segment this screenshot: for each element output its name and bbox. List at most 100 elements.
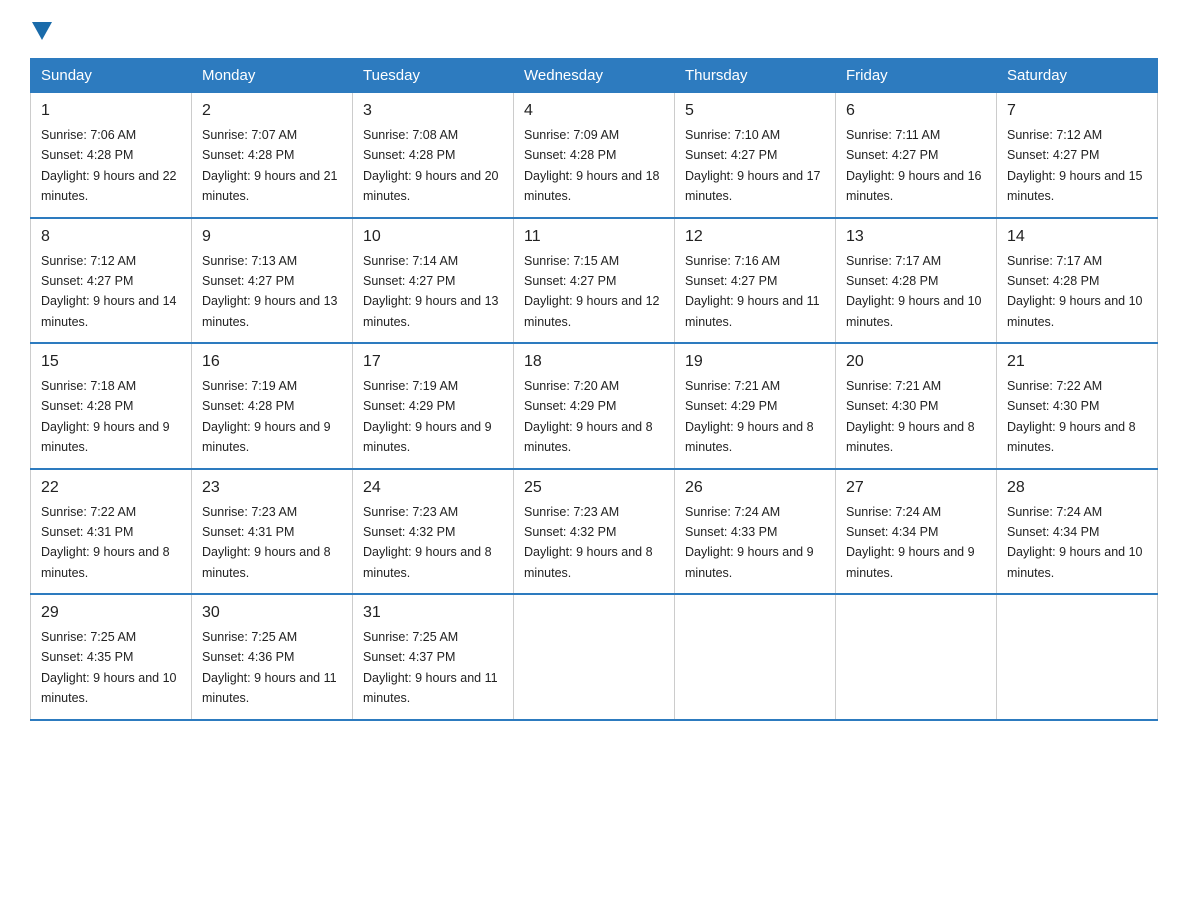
day-number: 2 bbox=[202, 99, 342, 123]
calendar-cell: 25 Sunrise: 7:23 AMSunset: 4:32 PMDayligh… bbox=[514, 469, 675, 595]
header-wednesday: Wednesday bbox=[514, 59, 675, 93]
calendar-cell: 7Sunrise: 7:12 AMSunset: 4:27 PMDaylight… bbox=[997, 93, 1158, 218]
day-info: Sunrise: 7:22 AMSunset: 4:30 PMDaylight:… bbox=[1007, 379, 1136, 454]
day-number: 24 bbox=[363, 476, 503, 500]
calendar-cell: 6 Sunrise: 7:11 AMSunset: 4:27 PMDaylight… bbox=[836, 93, 997, 218]
day-info: Sunrise: 7:21 AMSunset: 4:29 PMDaylight:… bbox=[685, 379, 814, 454]
day-info: Sunrise: 7:23 AMSunset: 4:32 PMDaylight:… bbox=[524, 505, 653, 580]
calendar-cell: 16 Sunrise: 7:19 AMSunset: 4:28 PMDayligh… bbox=[192, 343, 353, 469]
calendar-cell: 14 Sunrise: 7:17 AMSunset: 4:28 PMDayligh… bbox=[997, 218, 1158, 344]
calendar-cell: 2 Sunrise: 7:07 AMSunset: 4:28 PMDaylight… bbox=[192, 93, 353, 218]
day-info: Sunrise: 7:08 AMSunset: 4:28 PMDaylight:… bbox=[363, 128, 499, 203]
day-number: 16 bbox=[202, 350, 342, 374]
day-info: Sunrise: 7:10 AMSunset: 4:27 PMDaylight:… bbox=[685, 128, 821, 203]
calendar-header-row: SundayMondayTuesdayWednesdayThursdayFrid… bbox=[31, 59, 1158, 93]
day-info: Sunrise: 7:25 AMSunset: 4:35 PMDaylight:… bbox=[41, 630, 177, 705]
calendar-cell: 26 Sunrise: 7:24 AMSunset: 4:33 PMDayligh… bbox=[675, 469, 836, 595]
day-number: 30 bbox=[202, 601, 342, 625]
calendar-cell: 13 Sunrise: 7:17 AMSunset: 4:28 PMDayligh… bbox=[836, 218, 997, 344]
day-info: Sunrise: 7:24 AMSunset: 4:34 PMDaylight:… bbox=[846, 505, 975, 580]
calendar-week-row: 15 Sunrise: 7:18 AMSunset: 4:28 PMDayligh… bbox=[31, 343, 1158, 469]
day-number: 20 bbox=[846, 350, 986, 374]
calendar-cell: 24 Sunrise: 7:23 AMSunset: 4:32 PMDayligh… bbox=[353, 469, 514, 595]
day-info: Sunrise: 7:19 AMSunset: 4:29 PMDaylight:… bbox=[363, 379, 492, 454]
day-number: 1 bbox=[41, 99, 181, 123]
day-info: Sunrise: 7:11 AMSunset: 4:27 PMDaylight:… bbox=[846, 128, 982, 203]
day-info: Sunrise: 7:15 AMSunset: 4:27 PMDaylight:… bbox=[524, 254, 660, 329]
day-info: Sunrise: 7:20 AMSunset: 4:29 PMDaylight:… bbox=[524, 379, 653, 454]
day-info: Sunrise: 7:06 AMSunset: 4:28 PMDaylight:… bbox=[41, 128, 177, 203]
header-saturday: Saturday bbox=[997, 59, 1158, 93]
calendar-cell: 22 Sunrise: 7:22 AMSunset: 4:31 PMDayligh… bbox=[31, 469, 192, 595]
day-number: 17 bbox=[363, 350, 503, 374]
header-monday: Monday bbox=[192, 59, 353, 93]
calendar-cell bbox=[514, 594, 675, 720]
day-info: Sunrise: 7:12 AMSunset: 4:27 PMDaylight:… bbox=[41, 254, 177, 329]
calendar-cell: 20 Sunrise: 7:21 AMSunset: 4:30 PMDayligh… bbox=[836, 343, 997, 469]
calendar-table: SundayMondayTuesdayWednesdayThursdayFrid… bbox=[30, 58, 1158, 721]
calendar-cell: 8 Sunrise: 7:12 AMSunset: 4:27 PMDaylight… bbox=[31, 218, 192, 344]
day-info: Sunrise: 7:14 AMSunset: 4:27 PMDaylight:… bbox=[363, 254, 499, 329]
calendar-week-row: 22 Sunrise: 7:22 AMSunset: 4:31 PMDayligh… bbox=[31, 469, 1158, 595]
page-header bbox=[30, 20, 1158, 38]
day-info: Sunrise: 7:07 AMSunset: 4:28 PMDaylight:… bbox=[202, 128, 338, 203]
calendar-cell: 17 Sunrise: 7:19 AMSunset: 4:29 PMDayligh… bbox=[353, 343, 514, 469]
calendar-cell bbox=[997, 594, 1158, 720]
calendar-cell: 15 Sunrise: 7:18 AMSunset: 4:28 PMDayligh… bbox=[31, 343, 192, 469]
day-number: 26 bbox=[685, 476, 825, 500]
day-number: 29 bbox=[41, 601, 181, 625]
calendar-week-row: 1 Sunrise: 7:06 AMSunset: 4:28 PMDaylight… bbox=[31, 93, 1158, 218]
calendar-cell: 28Sunrise: 7:24 AMSunset: 4:34 PMDayligh… bbox=[997, 469, 1158, 595]
day-info: Sunrise: 7:24 AMSunset: 4:33 PMDaylight:… bbox=[685, 505, 814, 580]
day-info: Sunrise: 7:09 AMSunset: 4:28 PMDaylight:… bbox=[524, 128, 660, 203]
day-number: 21 bbox=[1007, 350, 1147, 374]
day-number: 10 bbox=[363, 225, 503, 249]
calendar-cell: 21 Sunrise: 7:22 AMSunset: 4:30 PMDayligh… bbox=[997, 343, 1158, 469]
day-number: 8 bbox=[41, 225, 181, 249]
calendar-cell: 10 Sunrise: 7:14 AMSunset: 4:27 PMDayligh… bbox=[353, 218, 514, 344]
header-tuesday: Tuesday bbox=[353, 59, 514, 93]
header-sunday: Sunday bbox=[31, 59, 192, 93]
calendar-cell: 3 Sunrise: 7:08 AMSunset: 4:28 PMDaylight… bbox=[353, 93, 514, 218]
day-number: 3 bbox=[363, 99, 503, 123]
day-info: Sunrise: 7:22 AMSunset: 4:31 PMDaylight:… bbox=[41, 505, 170, 580]
calendar-week-row: 8 Sunrise: 7:12 AMSunset: 4:27 PMDaylight… bbox=[31, 218, 1158, 344]
calendar-cell: 27 Sunrise: 7:24 AMSunset: 4:34 PMDayligh… bbox=[836, 469, 997, 595]
day-number: 6 bbox=[846, 99, 986, 123]
day-info: Sunrise: 7:19 AMSunset: 4:28 PMDaylight:… bbox=[202, 379, 331, 454]
day-number: 13 bbox=[846, 225, 986, 249]
day-number: 28 bbox=[1007, 476, 1147, 500]
calendar-cell: 19 Sunrise: 7:21 AMSunset: 4:29 PMDayligh… bbox=[675, 343, 836, 469]
day-number: 12 bbox=[685, 225, 825, 249]
day-info: Sunrise: 7:17 AMSunset: 4:28 PMDaylight:… bbox=[1007, 254, 1143, 329]
day-number: 11 bbox=[524, 225, 664, 249]
day-info: Sunrise: 7:17 AMSunset: 4:28 PMDaylight:… bbox=[846, 254, 982, 329]
day-number: 15 bbox=[41, 350, 181, 374]
day-number: 19 bbox=[685, 350, 825, 374]
calendar-cell: 18 Sunrise: 7:20 AMSunset: 4:29 PMDayligh… bbox=[514, 343, 675, 469]
day-info: Sunrise: 7:23 AMSunset: 4:31 PMDaylight:… bbox=[202, 505, 331, 580]
day-info: Sunrise: 7:25 AMSunset: 4:37 PMDaylight:… bbox=[363, 630, 498, 705]
calendar-cell: 4Sunrise: 7:09 AMSunset: 4:28 PMDaylight… bbox=[514, 93, 675, 218]
day-info: Sunrise: 7:23 AMSunset: 4:32 PMDaylight:… bbox=[363, 505, 492, 580]
calendar-cell: 12Sunrise: 7:16 AMSunset: 4:27 PMDayligh… bbox=[675, 218, 836, 344]
header-thursday: Thursday bbox=[675, 59, 836, 93]
day-info: Sunrise: 7:18 AMSunset: 4:28 PMDaylight:… bbox=[41, 379, 170, 454]
day-number: 22 bbox=[41, 476, 181, 500]
calendar-cell: 9Sunrise: 7:13 AMSunset: 4:27 PMDaylight… bbox=[192, 218, 353, 344]
day-number: 5 bbox=[685, 99, 825, 123]
day-info: Sunrise: 7:21 AMSunset: 4:30 PMDaylight:… bbox=[846, 379, 975, 454]
logo bbox=[30, 20, 54, 38]
calendar-cell: 29 Sunrise: 7:25 AMSunset: 4:35 PMDayligh… bbox=[31, 594, 192, 720]
day-number: 18 bbox=[524, 350, 664, 374]
calendar-cell: 23Sunrise: 7:23 AMSunset: 4:31 PMDayligh… bbox=[192, 469, 353, 595]
calendar-cell: 31Sunrise: 7:25 AMSunset: 4:37 PMDayligh… bbox=[353, 594, 514, 720]
day-number: 27 bbox=[846, 476, 986, 500]
day-info: Sunrise: 7:25 AMSunset: 4:36 PMDaylight:… bbox=[202, 630, 337, 705]
day-number: 14 bbox=[1007, 225, 1147, 249]
calendar-cell: 30 Sunrise: 7:25 AMSunset: 4:36 PMDayligh… bbox=[192, 594, 353, 720]
header-friday: Friday bbox=[836, 59, 997, 93]
calendar-cell bbox=[675, 594, 836, 720]
day-number: 25 bbox=[524, 476, 664, 500]
calendar-cell: 1 Sunrise: 7:06 AMSunset: 4:28 PMDaylight… bbox=[31, 93, 192, 218]
